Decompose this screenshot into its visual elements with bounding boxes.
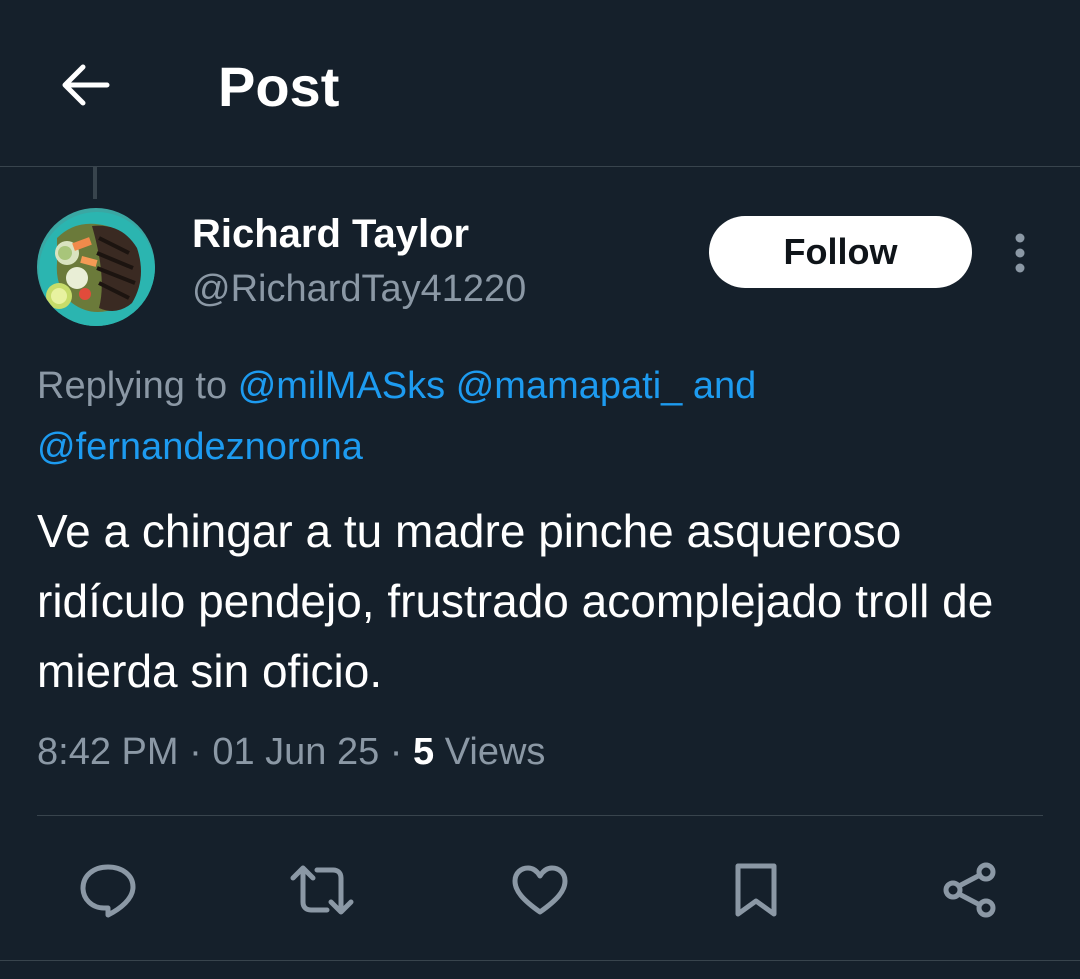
share-icon (943, 862, 996, 918)
replying-to: Replying to @milMASks @mamapati_ and @fe… (37, 356, 1047, 478)
divider (37, 815, 1043, 816)
views-count: 5 (413, 731, 435, 773)
more-options-button[interactable] (998, 228, 1042, 278)
divider (0, 960, 1080, 961)
author-name[interactable]: Richard Taylor (192, 210, 469, 258)
share-button[interactable] (930, 850, 1010, 930)
action-bar (0, 850, 1080, 930)
retweet-icon (290, 865, 354, 915)
back-button[interactable] (50, 50, 120, 120)
meta-separator: · (189, 731, 202, 773)
arrow-left-icon (62, 64, 110, 106)
follow-button[interactable]: Follow (709, 216, 972, 288)
mention-link[interactable]: @fernandeznorona (37, 426, 363, 468)
top-bar: Post (0, 0, 1080, 167)
tweet-time[interactable]: 8:42 PM (37, 731, 179, 773)
food-plate-avatar (37, 208, 155, 326)
meta-separator: · (389, 731, 403, 773)
thread-connector (93, 167, 97, 199)
tweet-date[interactable]: 01 Jun 25 (212, 731, 379, 773)
page-title: Post (218, 55, 340, 118)
reply-icon (80, 864, 136, 918)
mention-link[interactable]: @milMASks (238, 365, 445, 407)
mention-conjunction[interactable]: and (693, 365, 756, 407)
like-icon (512, 865, 568, 915)
views-label: Views (444, 731, 546, 773)
like-button[interactable] (500, 850, 580, 930)
reply-button[interactable] (68, 850, 148, 930)
bookmark-button[interactable] (716, 850, 796, 930)
tweet-text: Ve a chingar a tu madre pinche asqueroso… (37, 505, 994, 697)
retweet-button[interactable] (282, 850, 362, 930)
more-vertical-icon (1015, 233, 1025, 273)
mention-link[interactable]: @mamapati_ (456, 365, 683, 407)
author-handle[interactable]: @RichardTay41220 (192, 265, 526, 313)
avatar[interactable] (37, 208, 155, 326)
replying-to-label: Replying to (37, 365, 228, 407)
bookmark-icon (735, 863, 777, 917)
tweet-meta: 8:42 PM · 01 Jun 25 · 5 Views (37, 724, 545, 780)
